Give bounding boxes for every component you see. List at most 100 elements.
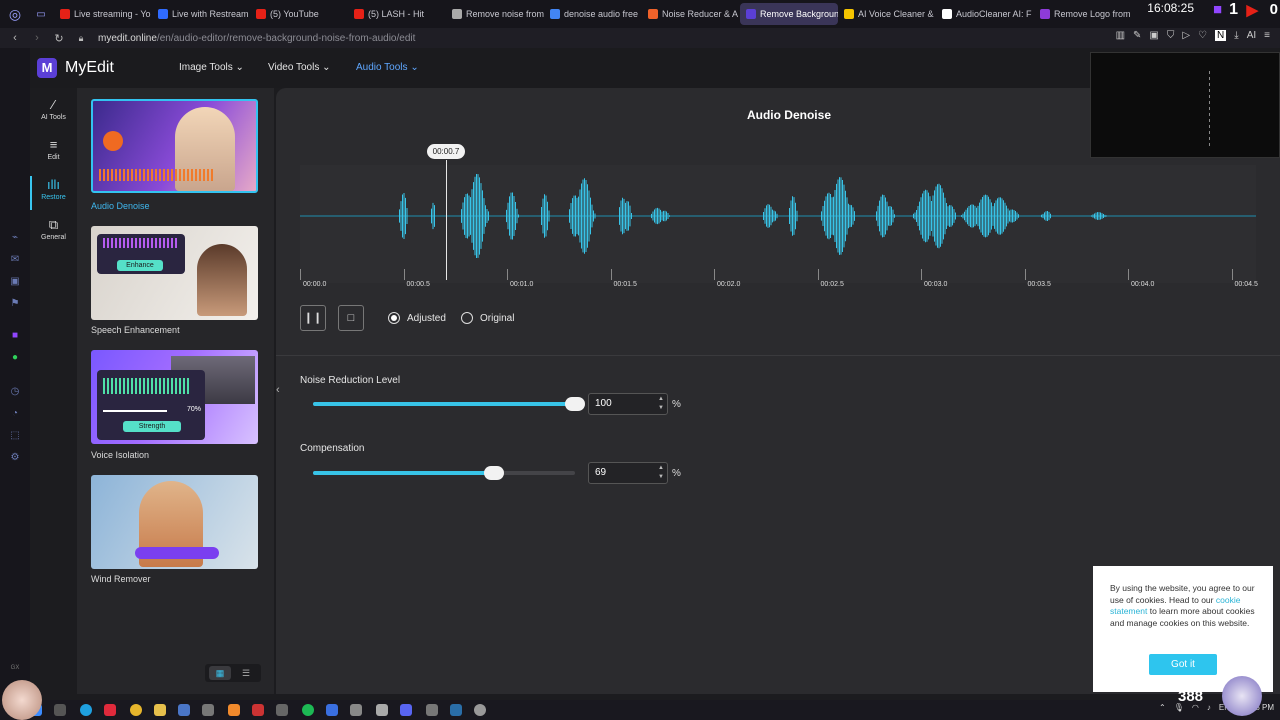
app3-tb-icon[interactable] [252, 704, 264, 716]
url-path: /en/audio-editor/remove-background-noise… [156, 32, 416, 44]
card-label-isolation[interactable]: Voice Isolation [91, 450, 149, 460]
folder-icon[interactable] [154, 704, 166, 716]
picture-in-picture[interactable] [1090, 52, 1280, 158]
pin-icon[interactable]: ✎ [1133, 30, 1141, 41]
sidebar-history-icon[interactable]: ◷ [9, 386, 21, 398]
browser-tab[interactable]: AI Voice Cleaner & [838, 3, 936, 25]
cat-sticker-right [1222, 676, 1262, 716]
heart-icon[interactable]: ♡ [1198, 30, 1207, 41]
app6-tb-icon[interactable] [350, 704, 362, 716]
app-logo[interactable]: M MyEdit [37, 58, 114, 78]
app-tb-icon[interactable] [202, 704, 214, 716]
taskview-icon[interactable] [54, 704, 66, 716]
radio-adjusted[interactable]: Adjusted [388, 312, 446, 324]
app7-tb-icon[interactable] [376, 704, 388, 716]
collapse-panel-icon[interactable]: ‹ [276, 384, 280, 396]
rail-restore[interactable]: ıllı Restore [30, 172, 77, 216]
discord-icon[interactable] [400, 704, 412, 716]
browser-tab[interactable]: denoise audio free [544, 3, 642, 25]
browser-tab[interactable]: Remove Logo from [1034, 3, 1132, 25]
camera-icon[interactable]: ▣ [1149, 30, 1158, 41]
sidebar-player-icon[interactable]: ▣ [9, 276, 21, 288]
chrome-icon[interactable] [130, 704, 142, 716]
sidebar-analytics-icon[interactable]: ⌁ [9, 232, 21, 244]
ai-icon[interactable]: AI [1247, 30, 1256, 41]
noise-level-slider[interactable] [313, 397, 585, 411]
url-field[interactable]: myedit.online/en/audio-editor/remove-bac… [98, 33, 415, 44]
radio-adjusted-dot[interactable] [388, 312, 400, 324]
browser-tab[interactable]: Live with Restream [152, 3, 250, 25]
browser-tab[interactable]: Noise Reducer & A [642, 3, 740, 25]
twitch-icon[interactable]: ■ [1213, 1, 1222, 18]
forward-icon[interactable]: › [30, 32, 44, 44]
card-audio-denoise[interactable] [91, 99, 258, 193]
back-icon[interactable]: ‹ [8, 32, 22, 44]
browser-logo-icon[interactable]: ◎ [0, 0, 30, 28]
noise-level-stepper-icon[interactable]: ▲ ▼ [658, 395, 664, 413]
tray-up-icon[interactable]: ⌃ [1159, 703, 1166, 712]
rail-general[interactable]: ⧉ General [30, 212, 77, 256]
browser-tab[interactable]: (5) YouTube [250, 3, 348, 25]
ext-icon[interactable]: N [1215, 30, 1227, 41]
radio-original[interactable]: Original [461, 312, 514, 324]
card-label-denoise[interactable]: Audio Denoise [91, 201, 150, 211]
card-label-speech[interactable]: Speech Enhancement [91, 325, 180, 335]
reload-icon[interactable]: ↻ [52, 32, 66, 45]
app2-tb-icon[interactable] [228, 704, 240, 716]
tab-title: Remove Background N [760, 9, 838, 19]
browser-tab[interactable]: Remove Background N [740, 3, 838, 25]
card-label-wind[interactable]: Wind Remover [91, 574, 151, 584]
spotify-icon[interactable] [302, 704, 314, 716]
shield-icon[interactable]: ⛉ [1167, 30, 1175, 41]
app5-tb-icon[interactable] [326, 704, 338, 716]
menu-image-tools[interactable]: Image Tools ⌄ [179, 62, 244, 73]
steam-icon[interactable] [450, 704, 462, 716]
sidebar-settings-icon[interactable]: ⚙ [9, 452, 21, 464]
rail-edit[interactable]: ≡ Edit [30, 132, 77, 176]
download-tb-icon[interactable] [178, 704, 190, 716]
waveform-view[interactable] [300, 165, 1256, 283]
menu-icon[interactable]: ≡ [1264, 30, 1270, 41]
workspaces-icon[interactable]: ▭ [30, 0, 52, 28]
sidebar-box-icon[interactable]: ⬚ [9, 430, 21, 442]
got-it-button[interactable]: Got it [1149, 654, 1217, 675]
app4-tb-icon[interactable] [276, 704, 288, 716]
youtube-tray-icon[interactable]: ▶ [1246, 1, 1258, 19]
browser-tab[interactable]: (5) LASH - Hit [348, 3, 446, 25]
sidebar-clock-icon[interactable]: ◔ [9, 408, 21, 420]
sidebar-whatsapp-icon[interactable]: ● [9, 352, 21, 364]
edge-icon[interactable] [80, 704, 92, 716]
compensation-thumb[interactable] [483, 466, 504, 480]
card-voice-isolation[interactable]: 70% Strength [91, 350, 258, 444]
card-speech-enhancement[interactable]: Enhance [91, 226, 258, 320]
menu-video-tools[interactable]: Video Tools ⌄ [268, 62, 331, 73]
card-wind-remover[interactable] [91, 475, 258, 569]
browser-tab[interactable]: Remove noise from [446, 3, 544, 25]
opera-icon[interactable] [104, 704, 116, 716]
grid-view-icon[interactable]: ▦ [209, 666, 231, 680]
stop-button[interactable]: □ [338, 305, 364, 331]
split-icon[interactable]: ▥ [1116, 30, 1125, 41]
noise-level-thumb[interactable] [565, 397, 585, 411]
browser-tab[interactable]: AudioCleaner AI: F [936, 3, 1034, 25]
compensation-input[interactable]: 69 ▲ ▼ [588, 462, 668, 484]
sidebar-messages-icon[interactable]: ✉ [9, 254, 21, 266]
volume-icon[interactable]: ♪ [1207, 703, 1211, 712]
sidebar-flag-icon[interactable]: ⚑ [9, 298, 21, 310]
sidebar-twitch-icon[interactable]: ■ [9, 330, 21, 342]
browser-tab[interactable]: Live streaming - Yo [54, 3, 152, 25]
radio-original-dot[interactable] [461, 312, 473, 324]
pause-button[interactable]: ❙❙ [300, 305, 326, 331]
app8-tb-icon[interactable] [426, 704, 438, 716]
play-icon[interactable]: ▷ [1182, 30, 1190, 41]
playhead[interactable] [446, 160, 447, 280]
menu-audio-tools[interactable]: Audio Tools ⌄ [356, 62, 419, 73]
compensation-stepper-icon[interactable]: ▲ ▼ [658, 464, 664, 482]
noise-level-input[interactable]: 100 ▲ ▼ [588, 393, 668, 415]
app9-tb-icon[interactable] [474, 704, 486, 716]
list-view-icon[interactable]: ☰ [235, 666, 257, 680]
rail-ai-tools[interactable]: ⁄ AI Tools [30, 92, 77, 136]
download-icon[interactable]: ⤓ [1234, 30, 1238, 41]
compensation-slider[interactable] [313, 466, 575, 480]
rail-ai-label: AI Tools [41, 114, 66, 121]
